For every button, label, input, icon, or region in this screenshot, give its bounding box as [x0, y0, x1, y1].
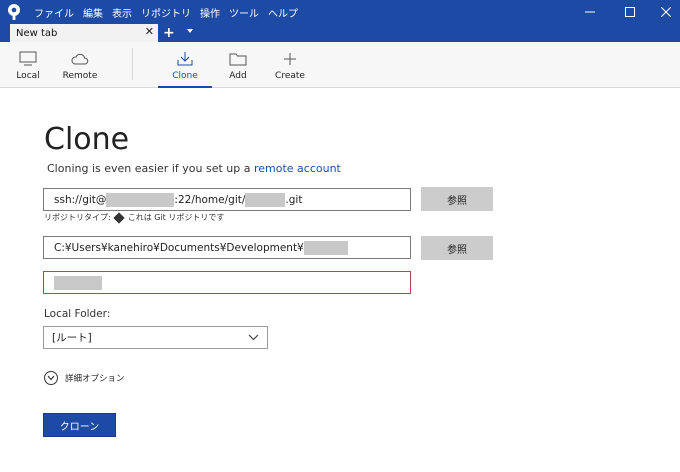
folder-icon — [229, 53, 247, 66]
browse-source-button[interactable]: 参照 — [421, 187, 493, 211]
local-folder-label: Local Folder: — [44, 308, 111, 320]
toolbar-create-label: Create — [275, 71, 305, 81]
toolbar-local-button[interactable]: Local — [1, 42, 55, 88]
tab-bar: New tab ✕ + — [0, 24, 680, 42]
tab-close-icon[interactable]: ✕ — [145, 25, 154, 38]
add-tab-button[interactable]: + — [163, 24, 175, 42]
download-icon — [177, 52, 193, 66]
source-url-suffix: .git — [285, 193, 303, 206]
plus-icon — [284, 53, 296, 65]
toolbar-local-label: Local — [16, 71, 40, 81]
tab-dropdown-icon[interactable] — [187, 29, 193, 33]
bookmark-name-input[interactable] — [43, 271, 411, 294]
minimize-button[interactable] — [572, 0, 608, 24]
maximize-icon — [625, 7, 635, 17]
repo-type-label: リポジトリタイプ: — [44, 213, 111, 222]
redacted-folder — [303, 240, 348, 255]
toolbar-separator — [132, 48, 133, 80]
browse-destination-button[interactable]: 参照 — [421, 236, 493, 260]
clone-subtitle: Cloning is even easier if you set up a r… — [47, 162, 341, 175]
destination-path-input[interactable]: C:¥Users¥kanehiro¥Documents¥Development¥ — [43, 236, 411, 259]
title-bar: ファイル 編集 表示 リポジトリ 操作 ツール ヘルプ — [0, 0, 680, 24]
tab-new-tab[interactable]: New tab ✕ — [10, 24, 158, 42]
toolbar-add-label: Add — [229, 71, 247, 81]
toolbar-create-button[interactable]: Create — [263, 42, 317, 88]
toolbar: Local Remote Clone Add Create — [0, 42, 680, 88]
source-url-middle: :22/home/git/ — [174, 193, 246, 206]
menu-view[interactable]: 表示 — [112, 5, 132, 20]
toolbar-clone-label: Clone — [172, 71, 198, 81]
toolbar-add-button[interactable]: Add — [211, 42, 265, 88]
menu-bar: ファイル 編集 表示 リポジトリ 操作 ツール ヘルプ — [34, 0, 307, 24]
source-url-prefix: ssh://git@ — [54, 193, 107, 206]
minimize-icon — [585, 11, 595, 13]
expand-circle-icon — [44, 371, 58, 385]
destination-path-prefix: C:¥Users¥kanehiro¥Documents¥Development¥ — [54, 241, 304, 254]
menu-repository[interactable]: リポジトリ — [141, 5, 191, 20]
menu-help[interactable]: ヘルプ — [268, 5, 298, 20]
menu-edit[interactable]: 編集 — [83, 5, 103, 20]
redacted-host — [106, 192, 175, 207]
tab-label: New tab — [16, 27, 58, 39]
remote-account-link[interactable]: remote account — [254, 162, 341, 175]
git-diamond-icon — [113, 211, 125, 224]
redacted-name — [54, 275, 102, 290]
toolbar-remote-label: Remote — [62, 71, 98, 81]
cloud-icon — [71, 53, 89, 65]
menu-tools[interactable]: ツール — [229, 5, 259, 20]
subtitle-text: Cloning is even easier if you set up a — [47, 162, 254, 175]
local-folder-value: [ルート] — [52, 332, 92, 344]
source-url-input[interactable]: ssh://git@ :22/home/git/ .git — [43, 188, 411, 211]
monitor-icon — [19, 51, 37, 66]
advanced-options-label: 詳細オプション — [65, 374, 125, 384]
toolbar-clone-button[interactable]: Clone — [158, 42, 212, 88]
repo-type-value: これは Git リポジトリです — [127, 213, 225, 222]
advanced-options-toggle[interactable]: 詳細オプション — [44, 371, 125, 385]
chevron-down-icon — [248, 334, 259, 341]
maximize-button[interactable] — [612, 0, 648, 24]
menu-file[interactable]: ファイル — [34, 5, 74, 20]
page-title: Clone — [44, 122, 130, 157]
sourcetree-logo-icon — [8, 4, 20, 20]
clone-button[interactable]: クローン — [43, 413, 116, 437]
redacted-repo — [245, 192, 286, 207]
close-window-button[interactable] — [648, 0, 680, 24]
repo-type-info: リポジトリタイプ: これは Git リポジトリです — [44, 211, 225, 224]
close-icon — [661, 7, 671, 17]
menu-actions[interactable]: 操作 — [200, 5, 220, 20]
local-folder-select[interactable]: [ルート] — [43, 326, 268, 349]
toolbar-remote-button[interactable]: Remote — [53, 42, 107, 88]
